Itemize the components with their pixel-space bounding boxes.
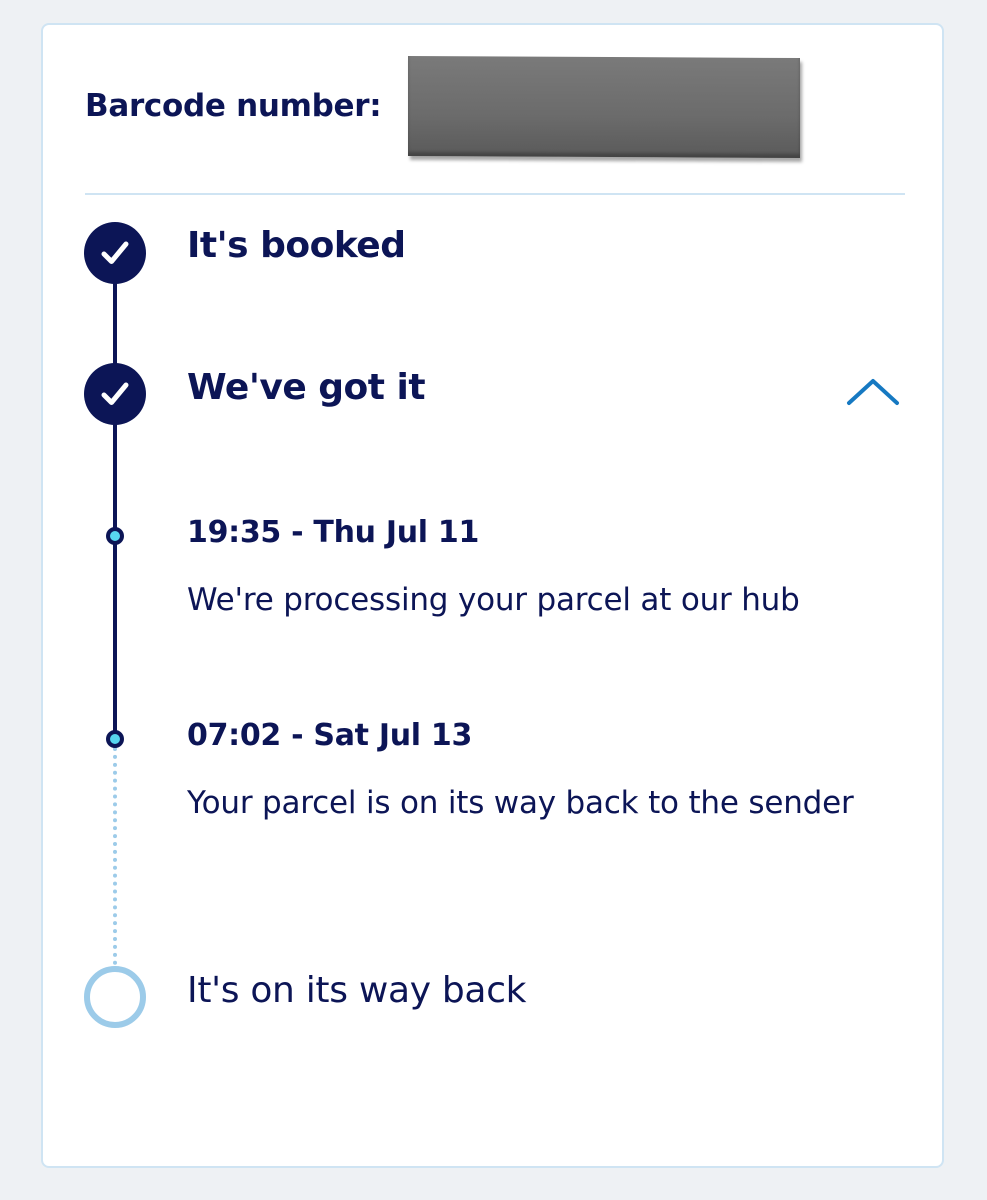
- step-pending-circle: [84, 966, 146, 1028]
- check-icon: [101, 241, 129, 264]
- event-time: 19:35 - Thu Jul 11: [187, 515, 480, 550]
- barcode-row: Barcode number:: [85, 55, 805, 165]
- collapse-toggle[interactable]: [843, 371, 903, 411]
- step-title-booked: It's booked: [187, 225, 406, 266]
- event-dot: [106, 730, 124, 748]
- divider: [85, 193, 905, 195]
- event-description: We're processing your parcel at our hub: [187, 582, 800, 618]
- barcode-label: Barcode number:: [85, 88, 382, 124]
- step-complete-circle: [84, 222, 146, 284]
- tracking-card: Barcode number: It's booked We've got it…: [41, 23, 944, 1168]
- timeline-line-pending: [113, 747, 117, 965]
- chevron-up-icon: [847, 379, 899, 405]
- event-description: Your parcel is on its way back to the se…: [187, 785, 854, 821]
- step-title-received: We've got it: [187, 367, 426, 408]
- step-title-returning: It's on its way back: [187, 970, 527, 1011]
- timeline-line-events: [113, 415, 117, 737]
- check-icon: [101, 382, 129, 405]
- barcode-redaction: [408, 55, 800, 159]
- event-time: 07:02 - Sat Jul 13: [187, 718, 473, 753]
- step-complete-circle: [84, 363, 146, 425]
- event-dot: [106, 527, 124, 545]
